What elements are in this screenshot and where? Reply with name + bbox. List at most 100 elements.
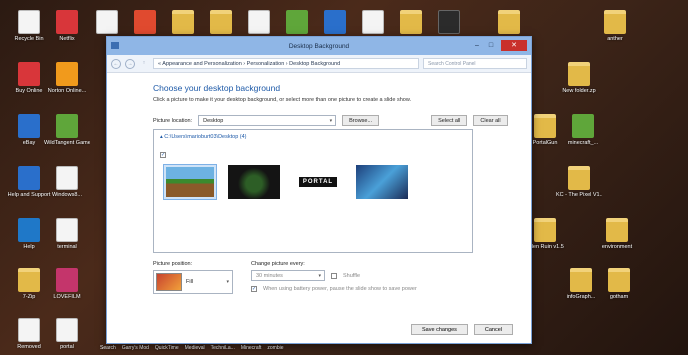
document-icon bbox=[96, 10, 118, 34]
clear-all-button[interactable]: Clear all bbox=[473, 115, 508, 126]
options-row: Picture position: Fill ▾ Change picture … bbox=[153, 261, 513, 297]
folder-icon bbox=[570, 268, 592, 292]
picture-position-label: Picture position: bbox=[153, 261, 193, 267]
picture-location-row: Picture location: Desktop ▾ Browse... Se… bbox=[153, 115, 513, 126]
desktop-label[interactable]: TechniLa... bbox=[211, 345, 235, 355]
ebay-icon bbox=[18, 114, 40, 138]
app-icon bbox=[286, 10, 308, 34]
portal-logo-text: PORTAL bbox=[298, 177, 338, 187]
thumbnail-portal[interactable]: PORTAL bbox=[292, 165, 344, 199]
desktop-icon-windows8[interactable]: Windows8... bbox=[44, 166, 90, 212]
position-preview-image bbox=[156, 273, 182, 291]
close-button[interactable]: ✕ bbox=[501, 40, 527, 51]
desktop-label[interactable]: Medieval bbox=[185, 345, 205, 355]
desktop-icon-lovefilm[interactable]: LOVEFILM bbox=[44, 268, 90, 314]
portal-wallpaper: PORTAL bbox=[292, 165, 344, 199]
desktop-icon-wildtangent[interactable]: WildTangent Games bbox=[44, 114, 90, 160]
browse-button[interactable]: Browse... bbox=[342, 115, 380, 126]
dialog-footer: Save changes Cancel bbox=[411, 324, 513, 335]
chevron-down-icon: ▾ bbox=[226, 279, 229, 285]
thumbnail-batman[interactable] bbox=[356, 165, 408, 199]
change-every-label: Change picture every: bbox=[251, 261, 305, 267]
folder-icon bbox=[534, 114, 556, 138]
document-icon bbox=[18, 318, 40, 342]
chevron-down-icon: ▾ bbox=[318, 273, 321, 279]
norton-icon bbox=[56, 62, 78, 86]
thumbnail-row: PORTAL bbox=[160, 164, 466, 200]
folder-icon bbox=[18, 268, 40, 292]
thumbnail-dark-creeper[interactable] bbox=[228, 165, 280, 199]
wildtangent-icon bbox=[56, 114, 78, 138]
buy-online-icon bbox=[18, 62, 40, 86]
help-support-icon bbox=[18, 166, 40, 190]
back-button[interactable]: ← bbox=[111, 58, 121, 69]
address-bar: ← → ↑ « Appearance and Personalization ›… bbox=[107, 55, 531, 73]
select-all-button[interactable]: Select all bbox=[431, 115, 468, 126]
up-button[interactable]: ↑ bbox=[139, 59, 149, 69]
title-bar[interactable]: Desktop Background – □ ✕ bbox=[107, 37, 531, 55]
chevron-down-icon: ▾ bbox=[329, 118, 333, 124]
thumbnail-minecraft[interactable] bbox=[163, 164, 217, 200]
app-icon bbox=[438, 10, 460, 34]
select-folder-checkbox[interactable]: ✓ bbox=[160, 152, 166, 158]
control-panel-icon bbox=[111, 42, 119, 49]
app-icon bbox=[324, 10, 346, 34]
folder-icon bbox=[172, 10, 194, 34]
search-input[interactable]: Search Control Panel bbox=[423, 58, 527, 69]
desktop-icon-anther[interactable]: anther bbox=[592, 10, 638, 56]
folder-icon bbox=[568, 62, 590, 86]
desktop-label[interactable]: zombie bbox=[267, 345, 283, 355]
picture-position-select[interactable]: Fill ▾ bbox=[153, 270, 233, 294]
shuffle-checkbox[interactable] bbox=[331, 272, 337, 279]
desktop-label[interactable]: QuickTime bbox=[155, 345, 179, 355]
desktop-label[interactable]: Garry's Mod bbox=[122, 345, 149, 355]
desktop-label[interactable]: Search bbox=[100, 345, 116, 355]
desktop-icon-gotham[interactable]: gotham bbox=[596, 268, 642, 314]
page-instructions: Click a picture to make it your desktop … bbox=[153, 97, 412, 103]
picture-location-value: Desktop bbox=[203, 118, 224, 124]
save-changes-button[interactable]: Save changes bbox=[411, 324, 468, 335]
batman-wallpaper bbox=[356, 165, 408, 199]
folder-icon bbox=[534, 218, 556, 242]
folder-path[interactable]: ▴ C:\Users\marioburt03\Desktop (4) bbox=[160, 134, 466, 140]
desktop-icon-kc-pixel[interactable]: KC - The Pixel V1... bbox=[556, 166, 602, 212]
desktop-icon-norton[interactable]: Norton Online... bbox=[44, 62, 90, 108]
desktop-icon-portal[interactable]: portal bbox=[44, 318, 90, 355]
bottom-icon-labels: Search Garry's Mod QuickTime Medieval Te… bbox=[96, 345, 396, 355]
desktop-icon-new-folder[interactable]: New folder.zp bbox=[556, 62, 602, 108]
document-icon bbox=[56, 218, 78, 242]
page-heading: Choose your desktop background bbox=[153, 83, 281, 93]
picture-position-value: Fill bbox=[186, 279, 194, 285]
cancel-button[interactable]: Cancel bbox=[473, 324, 513, 335]
folder-icon bbox=[606, 218, 628, 242]
minecraft-wallpaper bbox=[166, 167, 214, 197]
minecraft-icon bbox=[572, 114, 594, 138]
desktop-icon-environment[interactable]: environment bbox=[594, 218, 640, 264]
picture-location-label: Picture location: bbox=[153, 117, 193, 124]
picture-list[interactable]: ▴ C:\Users\marioburt03\Desktop (4) ✓ POR… bbox=[153, 129, 473, 253]
folder-icon bbox=[608, 268, 630, 292]
desktop-label[interactable]: Minecraft bbox=[241, 345, 262, 355]
minimize-button[interactable]: – bbox=[471, 40, 483, 51]
folder-icon bbox=[400, 10, 422, 34]
folder-icon bbox=[210, 10, 232, 34]
maximize-button[interactable]: □ bbox=[485, 40, 497, 51]
document-icon bbox=[56, 318, 78, 342]
lovefilm-icon bbox=[56, 268, 78, 292]
picture-position-group: Picture position: Fill ▾ bbox=[153, 261, 233, 297]
netflix-icon bbox=[56, 10, 78, 34]
change-every-value: 30 minutes bbox=[256, 273, 283, 279]
breadcrumb[interactable]: « Appearance and Personalization › Perso… bbox=[153, 58, 419, 69]
document-icon bbox=[56, 166, 78, 190]
picture-location-select[interactable]: Desktop ▾ bbox=[198, 115, 337, 126]
change-every-select[interactable]: 30 minutes ▾ bbox=[251, 270, 325, 281]
change-picture-group: Change picture every: 30 minutes ▾ Shuff… bbox=[251, 261, 417, 297]
window-title: Desktop Background bbox=[288, 42, 350, 50]
folder-icon bbox=[568, 166, 590, 190]
battery-checkbox[interactable]: ✓ bbox=[251, 286, 257, 292]
desktop-icon-terminal[interactable]: terminal bbox=[44, 218, 90, 264]
battery-label: When using battery power, pause the slid… bbox=[263, 286, 417, 292]
forward-button[interactable]: → bbox=[125, 58, 135, 69]
desktop-icon-minecraft[interactable]: minecraft_... bbox=[560, 114, 606, 160]
shuffle-label: Shuffle bbox=[343, 272, 361, 279]
